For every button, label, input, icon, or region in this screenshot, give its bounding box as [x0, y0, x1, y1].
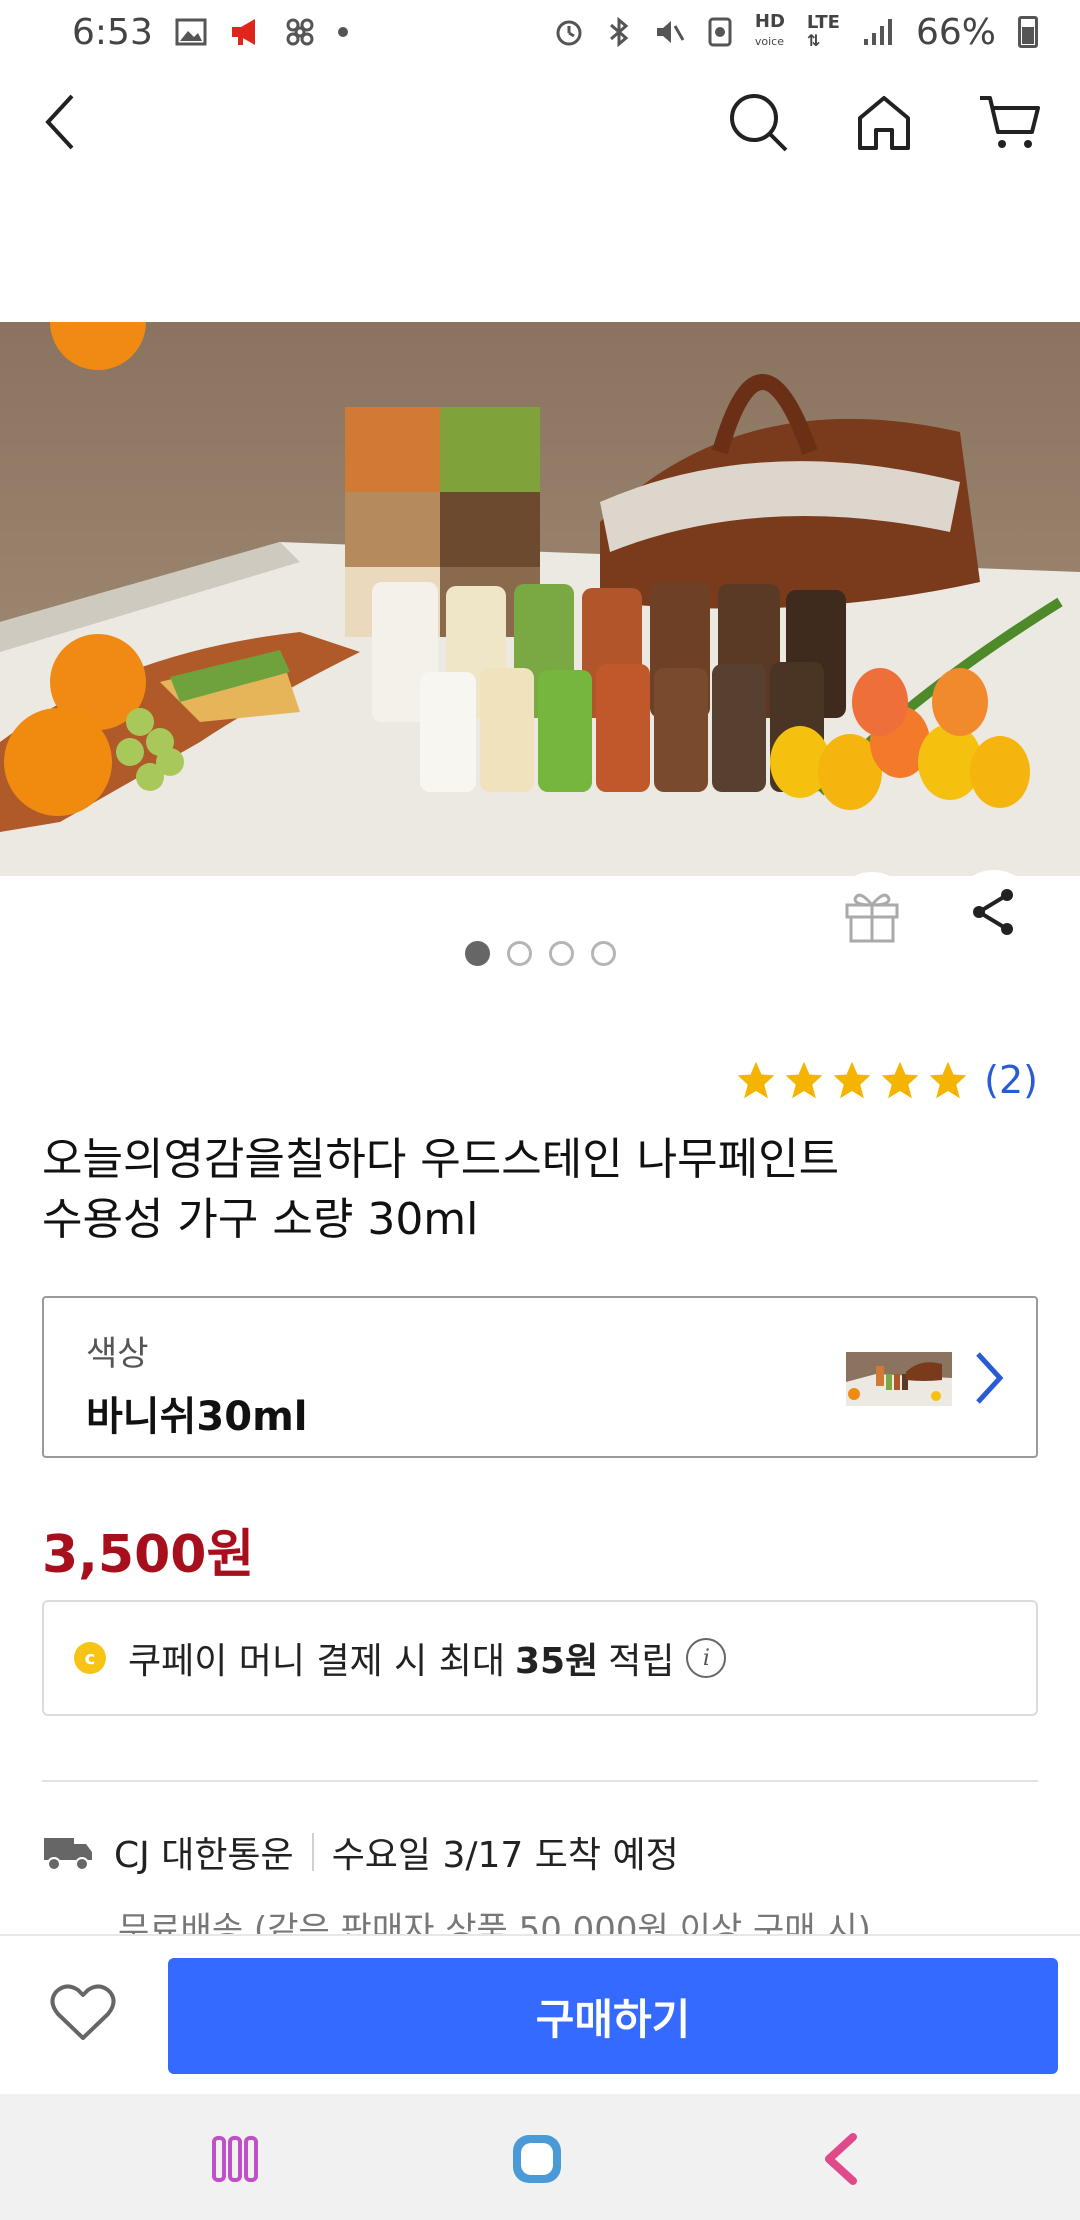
buy-button[interactable]: 구매하기 [168, 1958, 1058, 2074]
shipping-carrier: CJ 대한통운 [114, 1835, 294, 1876]
alarm-icon [556, 20, 582, 46]
divider [42, 1780, 1038, 1782]
star-icon [737, 1061, 775, 1099]
megaphone-icon [231, 19, 255, 45]
home-nav-icon [513, 2135, 561, 2183]
status-bar: 6:53 HD voice LTE ⇅ 66% [0, 0, 1080, 64]
system-navigation-bar [0, 2094, 1080, 2220]
product-photo [0, 322, 1080, 876]
product-image[interactable] [0, 322, 1080, 876]
option-thumbnail [846, 1352, 952, 1406]
star-icon [929, 1061, 967, 1099]
review-count[interactable]: (2) [984, 1058, 1038, 1102]
back-nav-button[interactable] [806, 2124, 876, 2194]
cart-icon [980, 96, 1040, 148]
signal-icon [863, 19, 892, 45]
recent-apps-icon [212, 2136, 258, 2182]
bottom-action-bar: 구매하기 [0, 1934, 1080, 2094]
status-time: 6:53 [72, 11, 153, 53]
chevron-right-icon [976, 1352, 1004, 1404]
recent-apps-button[interactable] [200, 2124, 270, 2194]
bluetooth-icon [609, 16, 629, 48]
share-icon [973, 889, 1013, 935]
option-value: 바니쉬30ml [86, 1394, 308, 1440]
mute-icon [656, 21, 685, 43]
cashback-amount: 35원 [514, 1641, 599, 1682]
pager-dot-3[interactable] [548, 941, 574, 966]
hd-voice-label: HD voice [754, 11, 785, 49]
info-icon[interactable]: i [686, 1638, 727, 1678]
pager-dot-1[interactable] [464, 941, 490, 966]
truck-icon [44, 1838, 92, 1871]
app-bar [0, 80, 1080, 164]
back-nav-icon [825, 2133, 857, 2185]
lte-label: LTE ⇅ [806, 12, 840, 50]
pager-dot-2[interactable] [506, 941, 532, 966]
option-label: 색상 [86, 1334, 149, 1374]
separator [311, 1833, 314, 1871]
wishlist-heart-icon[interactable] [48, 1978, 118, 2048]
search-icon [730, 94, 788, 152]
back-icon [45, 94, 74, 150]
product-title-line-1: 오늘의영감을칠하다 우드스테인 나무페인트 [42, 1134, 840, 1185]
image-pager [0, 941, 1080, 966]
color-option-selector[interactable]: 색상 바니쉬30ml [42, 1296, 1038, 1458]
recycle-icon [708, 17, 732, 47]
home-icon [858, 96, 910, 150]
pager-dot-4[interactable] [590, 941, 616, 966]
star-icon [785, 1061, 823, 1099]
search-button[interactable] [716, 80, 800, 164]
star-icon [881, 1061, 919, 1099]
shipping-arrival: 수요일 3/17 도착 예정 [331, 1835, 679, 1876]
product-detail-screen: 6:53 HD voice LTE ⇅ 66% (2) 오늘의영감을칠하다 우드… [0, 0, 1080, 2220]
cashback-info: c 쿠페이 머니 결제 시 최대 35원 적립 i [42, 1600, 1038, 1716]
product-title-line-2: 수용성 가구 소량 30ml [42, 1194, 479, 1245]
gallery-icon [175, 18, 207, 46]
dot-icon [337, 27, 348, 37]
back-button[interactable] [18, 80, 102, 164]
product-title: 오늘의영감을칠하다 우드스테인 나무페인트 수용성 가구 소량 30ml [42, 1130, 1042, 1250]
pinwheel-icon [286, 18, 314, 46]
battery-percent: 66% [915, 11, 996, 53]
shipping-info: CJ 대한통운 수요일 3/17 도착 예정 [42, 1826, 679, 1878]
home-nav-button[interactable] [502, 2124, 572, 2194]
cashback-text-after: 적립 [608, 1641, 675, 1682]
star-icon [833, 1061, 871, 1099]
coupay-coin-icon: c [74, 1642, 106, 1674]
battery-icon [1018, 16, 1038, 48]
gift-icon [845, 893, 899, 943]
cart-button[interactable] [968, 80, 1052, 164]
product-rating[interactable]: (2) [734, 1058, 1038, 1102]
cashback-text-before: 쿠페이 머니 결제 시 최대 [128, 1641, 505, 1682]
product-price: 3,500원 [42, 1525, 255, 1585]
home-button[interactable] [842, 80, 926, 164]
